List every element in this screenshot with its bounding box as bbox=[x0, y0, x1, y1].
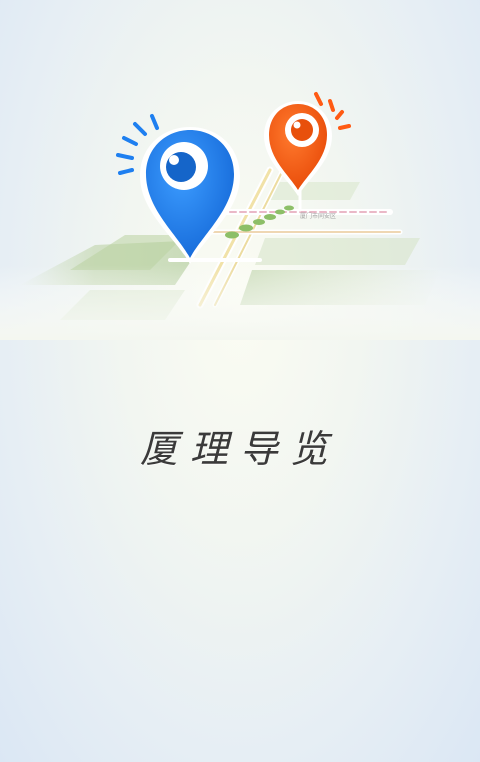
map-fade bbox=[0, 265, 480, 340]
map-block bbox=[255, 238, 420, 265]
route-dot bbox=[253, 219, 265, 225]
map-illustration: 厦门市同安区 bbox=[0, 92, 480, 340]
route-dot bbox=[225, 231, 239, 239]
splash-screen: 厦门市同安区 厦理导览 bbox=[0, 0, 480, 762]
road-label: 厦门市同安区 bbox=[300, 212, 336, 220]
app-title: 厦理导览 bbox=[139, 427, 340, 471]
route-dot bbox=[275, 209, 285, 215]
route-dot bbox=[284, 205, 294, 211]
map-block bbox=[268, 182, 360, 200]
route-dot bbox=[239, 224, 253, 232]
route-dot bbox=[264, 214, 276, 220]
